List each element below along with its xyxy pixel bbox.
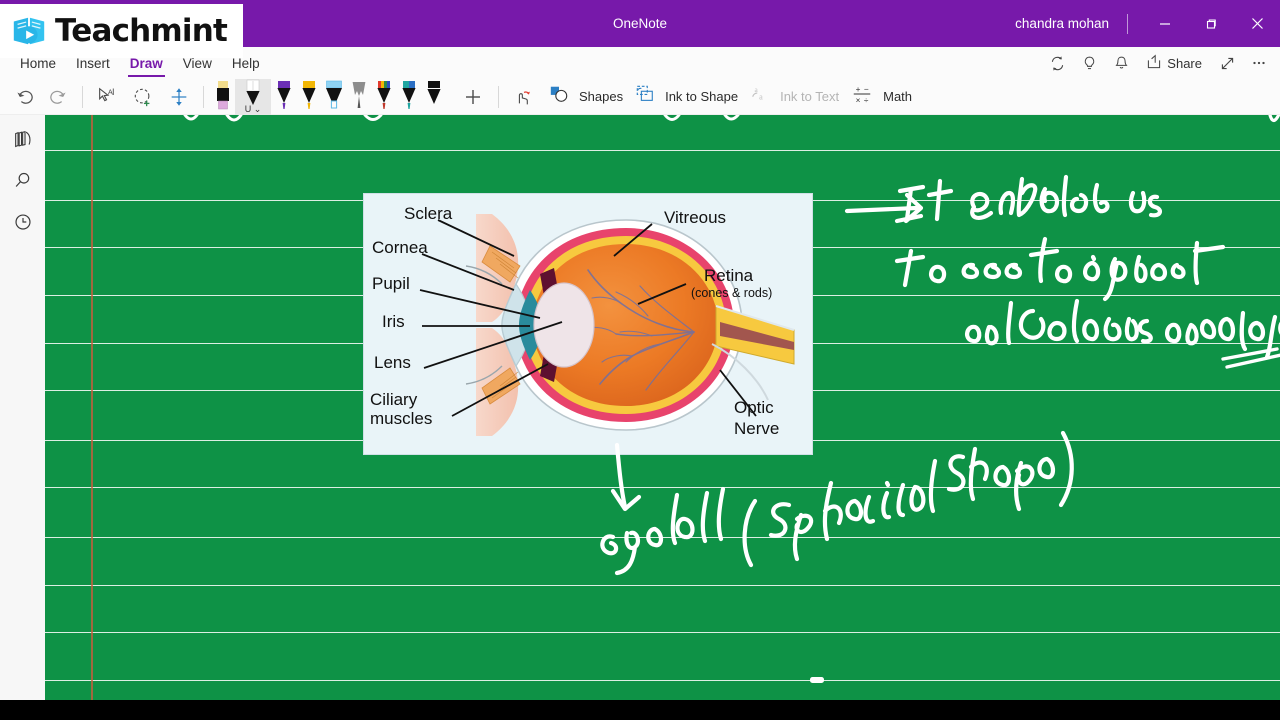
sync-icon[interactable]: [1042, 48, 1072, 78]
lasso-select-button[interactable]: A I: [89, 80, 125, 114]
svg-text:+: +: [856, 85, 861, 94]
clock-icon: [12, 211, 34, 238]
page-rule: [45, 680, 1280, 681]
account-name[interactable]: chandra mohan: [1015, 16, 1109, 31]
insert-space-button[interactable]: [161, 80, 197, 114]
toolbar-divider-3: [498, 85, 499, 108]
title-bar-divider: [1127, 13, 1128, 34]
pen-tray: U ⌄: [210, 78, 446, 115]
ink-to-text-label: Ink to Text: [780, 89, 840, 104]
optic-line1: Optic: [734, 398, 774, 417]
page-rule: [45, 487, 1280, 488]
eraser-tool[interactable]: [210, 79, 235, 115]
diagram-label-retina: Retina: [704, 266, 754, 285]
ciliary-line1: Ciliary: [370, 390, 418, 409]
pen-white-tool[interactable]: U ⌄: [235, 78, 271, 115]
pen-teal-tool[interactable]: [396, 79, 421, 115]
shapes-button[interactable]: Shapes: [543, 80, 629, 114]
page-rule: [45, 632, 1280, 633]
diagram-label-iris: Iris: [382, 312, 405, 331]
svg-text:÷: ÷: [864, 96, 869, 105]
diagram-label-vitreous: Vitreous: [664, 208, 727, 227]
diagram-label-optic-nerve: Optic Nerve: [734, 397, 779, 439]
ink-to-shape-icon: [635, 84, 655, 109]
redo-button[interactable]: [40, 80, 76, 114]
pen-black-tool[interactable]: [421, 79, 446, 115]
teachmint-wordmark: Teachmint: [55, 13, 228, 49]
human-eye-diagram: Sclera Cornea Pupil Iris Lens Ciliary mu…: [363, 193, 813, 455]
svg-text:×: ×: [856, 96, 861, 105]
left-nav-rail: [0, 115, 45, 720]
toolbar-divider-1: [82, 85, 83, 108]
math-icon: + − × ÷: [851, 83, 873, 110]
search-icon: [12, 170, 34, 197]
ink-to-text-icon: a a: [750, 84, 770, 109]
sidebar-item-notebooks[interactable]: [0, 122, 45, 163]
shapes-label: Shapes: [579, 89, 624, 104]
page-rule: [45, 150, 1280, 151]
share-label: Share: [1167, 55, 1202, 71]
ink-to-text-button[interactable]: a a Ink to Text: [744, 80, 845, 114]
diagram-label-cornea: Cornea: [372, 238, 428, 257]
notebooks-icon: [12, 129, 34, 156]
undo-button[interactable]: [10, 80, 40, 114]
title-bar-right: chandra mohan: [1015, 0, 1280, 47]
onenote-window: OneNote chandra mohan Home Insert Draw V…: [0, 0, 1280, 720]
diagram-label-sclera: Sclera: [404, 204, 453, 223]
note-page-canvas[interactable]: Sclera Cornea Pupil Iris Lens Ciliary mu…: [45, 115, 1280, 700]
add-pen-button[interactable]: [454, 80, 492, 114]
shapes-icon: [549, 84, 569, 109]
teachmint-logo: Teachmint: [0, 4, 243, 58]
page-margin-line: [91, 115, 93, 700]
share-button[interactable]: Share: [1138, 48, 1210, 78]
share-icon: [1146, 53, 1162, 73]
window-bottom-edge: [0, 700, 1280, 720]
open-book-play-icon: [10, 12, 48, 50]
pen-yellow-tool[interactable]: [296, 79, 321, 115]
sidebar-item-recent[interactable]: [0, 204, 45, 245]
ink-to-shape-button[interactable]: Ink to Shape: [629, 80, 744, 114]
math-label: Math: [883, 89, 913, 104]
svg-text:I: I: [112, 87, 115, 97]
page-rule: [45, 537, 1280, 538]
ribbon-right-actions: Share: [1042, 47, 1274, 79]
pen-rainbow-tool[interactable]: [371, 79, 396, 115]
svg-text:a: a: [759, 92, 763, 101]
sidebar-item-search[interactable]: [0, 163, 45, 204]
svg-text:−: −: [864, 85, 869, 94]
ink-replay-button[interactable]: [505, 80, 543, 114]
diagram-label-pupil: Pupil: [372, 274, 410, 293]
math-button[interactable]: + − × ÷ Math: [845, 80, 918, 114]
pen-white-dropdown[interactable]: U ⌄: [235, 104, 271, 115]
lightbulb-icon[interactable]: [1074, 48, 1104, 78]
diagram-label-ciliary-muscles: Ciliary muscles: [370, 390, 432, 428]
ellipsis-icon[interactable]: [1244, 48, 1274, 78]
pencil-gray-tool[interactable]: [346, 79, 371, 115]
pen-purple-tool[interactable]: [271, 79, 296, 115]
lasso-add-button[interactable]: [125, 80, 161, 114]
optic-line2: Nerve: [734, 419, 780, 438]
ink-to-shape-label: Ink to Shape: [665, 89, 739, 104]
highlighter-blue-tool[interactable]: [321, 79, 346, 115]
close-button[interactable]: [1234, 0, 1280, 47]
toolbar-divider-2: [203, 85, 204, 108]
maximize-button[interactable]: [1188, 0, 1234, 47]
diagram-label-retina-sub: (cones & rods): [691, 286, 773, 300]
minimize-button[interactable]: [1142, 0, 1188, 47]
ciliary-line2: muscles: [370, 409, 433, 428]
page-rule: [45, 585, 1280, 586]
bell-icon[interactable]: [1106, 48, 1136, 78]
diagram-label-lens: Lens: [374, 353, 411, 372]
expand-arrow-icon[interactable]: [1212, 48, 1242, 78]
draw-toolbar: A I U ⌄ Shapes Ink to Shape a a Ink to T…: [0, 78, 1280, 115]
